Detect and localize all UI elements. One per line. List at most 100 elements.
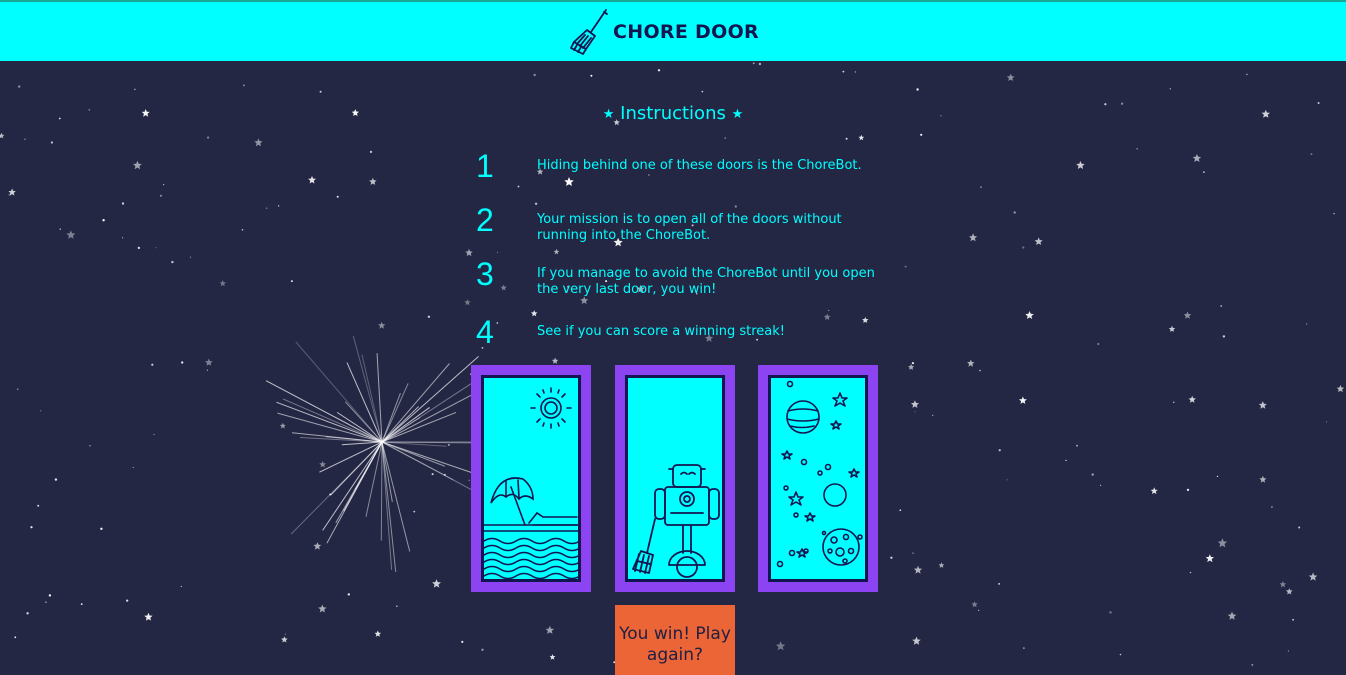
star-icon bbox=[969, 233, 977, 241]
star-icon bbox=[1007, 74, 1015, 81]
star-icon bbox=[648, 174, 649, 175]
star-icon bbox=[1223, 335, 1225, 337]
star-icon bbox=[1280, 581, 1287, 587]
firework-ray bbox=[291, 442, 382, 534]
star-icon bbox=[465, 249, 473, 256]
star-icon bbox=[1203, 171, 1205, 173]
door-2[interactable] bbox=[615, 365, 735, 592]
star-icon bbox=[535, 203, 537, 205]
star-icon bbox=[1246, 74, 1247, 75]
instruction-number: 4 bbox=[476, 314, 516, 351]
star-icon bbox=[552, 358, 559, 364]
star-icon bbox=[1170, 88, 1171, 89]
star-icon bbox=[911, 400, 919, 408]
logo: CHORE DOOR bbox=[569, 8, 759, 56]
star-icon bbox=[900, 509, 902, 511]
star-icon bbox=[998, 583, 1000, 585]
firework-ray bbox=[283, 399, 382, 442]
space-door-icon bbox=[768, 375, 868, 582]
star-icon bbox=[753, 62, 755, 64]
star-icon bbox=[181, 586, 182, 587]
star-icon bbox=[464, 299, 470, 305]
star-icon bbox=[17, 388, 19, 390]
star-icon bbox=[205, 359, 213, 366]
star-icon bbox=[413, 511, 415, 513]
star-icon bbox=[1019, 397, 1027, 404]
play-again-button[interactable]: You win! Play again? bbox=[615, 605, 735, 675]
star-icon bbox=[337, 196, 339, 198]
star-icon bbox=[160, 195, 162, 197]
firework-ray bbox=[381, 442, 382, 541]
star-icon bbox=[428, 316, 430, 318]
firework-ray bbox=[377, 353, 382, 442]
star-icon bbox=[151, 364, 153, 366]
firework-ray bbox=[382, 364, 449, 442]
star-icon bbox=[978, 610, 979, 611]
star-icon bbox=[1190, 572, 1192, 574]
star-icon bbox=[1025, 311, 1034, 319]
star-icon bbox=[51, 141, 53, 143]
firework-ray bbox=[266, 381, 382, 442]
star-icon bbox=[1220, 305, 1222, 307]
star-icon bbox=[497, 252, 498, 253]
star-icon bbox=[181, 361, 183, 363]
door-3[interactable] bbox=[758, 365, 878, 592]
star-icon bbox=[531, 310, 538, 316]
instruction-text: See if you can score a winning streak! bbox=[537, 324, 877, 340]
star-icon bbox=[60, 229, 61, 230]
star-icon bbox=[448, 444, 450, 446]
star-icon bbox=[916, 88, 918, 90]
firework-ray bbox=[319, 442, 382, 472]
star-icon bbox=[1137, 148, 1138, 149]
star-icon bbox=[308, 176, 316, 184]
star-icon bbox=[49, 594, 51, 596]
star-icon bbox=[319, 461, 326, 467]
star-icon bbox=[18, 85, 20, 87]
star-icon bbox=[1298, 527, 1300, 529]
star-icon bbox=[920, 134, 922, 136]
star-icon bbox=[1306, 323, 1307, 324]
star-icon bbox=[658, 69, 660, 71]
star-icon bbox=[133, 161, 142, 170]
star-icon bbox=[518, 186, 520, 188]
star-icon bbox=[444, 474, 446, 476]
star-icon bbox=[1100, 485, 1101, 486]
firework-ray bbox=[342, 442, 382, 445]
star-icon bbox=[564, 177, 574, 186]
firework-ray bbox=[344, 442, 382, 511]
star-icon bbox=[980, 187, 981, 188]
star-icon bbox=[285, 634, 286, 635]
star-icon bbox=[156, 247, 157, 248]
star-icon bbox=[1309, 573, 1318, 581]
star-icon bbox=[369, 178, 377, 185]
star-icon bbox=[242, 229, 244, 231]
instruction-number: 3 bbox=[476, 256, 516, 293]
star-icon bbox=[1014, 211, 1016, 213]
star-icon bbox=[1184, 312, 1192, 319]
firework-ray bbox=[277, 413, 382, 442]
star-icon bbox=[1169, 326, 1176, 332]
star-icon bbox=[912, 637, 921, 645]
star-icon bbox=[134, 89, 135, 90]
star-icon bbox=[278, 205, 279, 206]
star-icon bbox=[318, 605, 326, 613]
star-icon bbox=[163, 184, 164, 185]
star-icon bbox=[469, 480, 470, 481]
star-icon bbox=[122, 202, 124, 204]
star-icon bbox=[1259, 476, 1266, 483]
star-icon bbox=[546, 626, 555, 634]
star-icon bbox=[846, 138, 848, 140]
star-icon bbox=[220, 280, 227, 286]
door-1[interactable] bbox=[471, 365, 591, 592]
star-icon bbox=[971, 601, 977, 607]
star-icon: ★ bbox=[732, 107, 744, 122]
star-icon bbox=[1292, 619, 1294, 621]
star-icon bbox=[81, 603, 83, 605]
star-icon bbox=[313, 542, 321, 550]
star-icon bbox=[855, 71, 856, 72]
star-icon bbox=[914, 411, 915, 412]
star-icon bbox=[1311, 153, 1313, 155]
star-icon bbox=[1097, 343, 1099, 345]
star-icon bbox=[102, 219, 104, 221]
star-icon bbox=[329, 494, 331, 496]
